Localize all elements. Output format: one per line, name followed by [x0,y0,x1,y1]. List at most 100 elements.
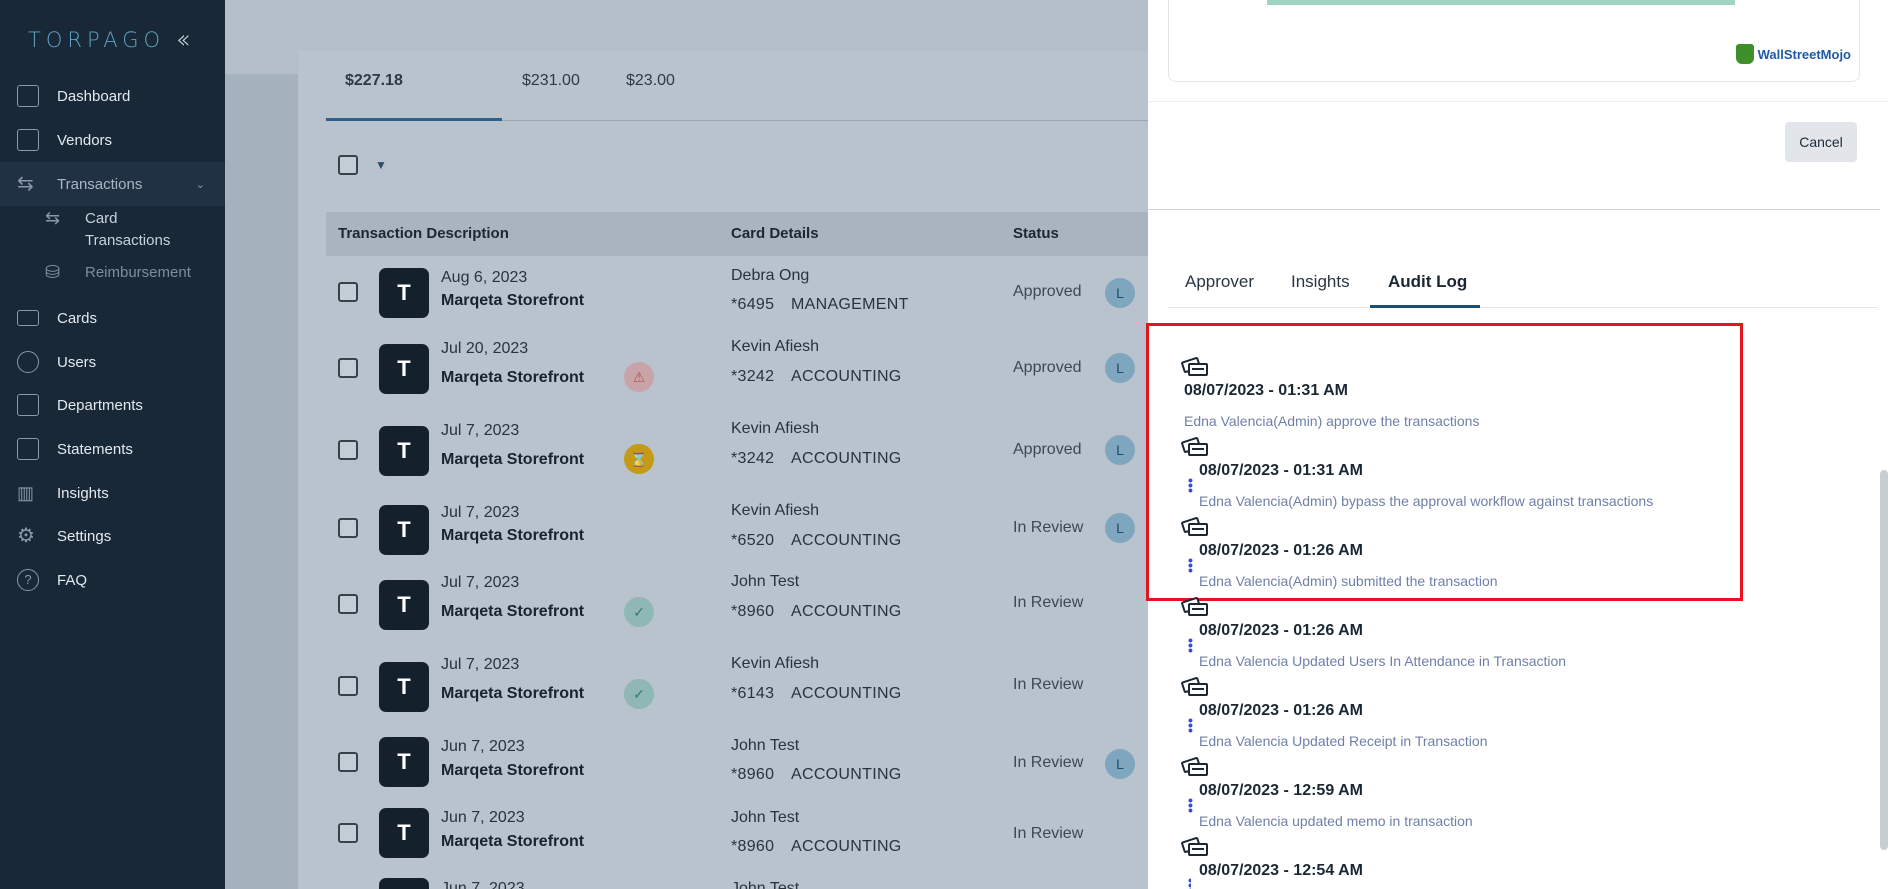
more-vertical-icon[interactable]: ••• [1188,713,1193,737]
row-checkbox[interactable] [338,440,358,460]
approver-badge[interactable]: L [1105,513,1135,543]
avatar: T [379,268,429,318]
cards-icon [1180,676,1208,697]
column-header[interactable]: Status [1013,225,1059,242]
row-checkbox[interactable] [338,676,358,696]
select-all-checkbox[interactable] [338,155,358,175]
double-chevron-left-icon[interactable]: ‹‹ [176,25,191,55]
log-description: Edna Valencia Updated Users In Attendanc… [1199,653,1567,669]
card-number: *8960 [731,766,775,783]
table-row[interactable]: T Jun 7, 2023 Marqeta Storefront John Te… [326,806,1148,876]
sidebar-item-transactions[interactable]: ⇆ Transactions ⌄ [0,162,225,206]
department: ACCOUNTING [791,838,902,855]
table-row[interactable]: T Jul 7, 2023 Marqeta Storefront ✓ Kevin… [326,652,1148,732]
column-header[interactable]: Card Details [731,225,819,242]
table-row[interactable]: T Aug 6, 2023 Marqeta Storefront Debra O… [326,258,1148,328]
summary-tab-amount[interactable]: $23.00 [626,72,675,90]
vendor-name: Marqeta Storefront [441,685,585,702]
tab-approver[interactable]: Approver [1185,272,1254,292]
sidebar: TORPAGO ‹‹ Dashboard Vendors ⇆ Transacti… [0,0,225,889]
sidebar-item-cards[interactable]: Cards [0,296,225,340]
more-vertical-icon[interactable]: ••• [1188,633,1193,657]
sidebar-item-statements[interactable]: Statements [0,427,225,471]
table-row[interactable]: T Jun 7, 2023 Marqeta Storefront John Te… [326,734,1148,804]
cardholder-name: Kevin Afiesh [731,502,820,519]
avatar: T [379,737,429,787]
row-checkbox[interactable] [338,282,358,302]
status-text: In Review [1013,754,1084,771]
vendor-name: Marqeta Storefront [441,762,585,779]
sidebar-item-label: FAQ [57,571,88,589]
store-icon [17,129,39,151]
log-datetime: 08/07/2023 - 01:26 AM [1199,622,1363,639]
chevron-down-icon[interactable]: ⌄ [196,178,205,191]
card-number: *6520 [731,532,775,549]
sidebar-item-label: Insights [57,484,109,502]
approver-badge[interactable]: L [1105,278,1135,308]
table-row[interactable]: T Jul 7, 2023 Marqeta Storefront ⌛ Kevin… [326,412,1148,492]
scrollbar[interactable] [1880,470,1888,850]
cards-icon [1180,596,1208,617]
sidebar-item-departments[interactable]: Departments [0,383,225,427]
transaction-date: Aug 6, 2023 [441,269,528,286]
card-number: *6495 [731,296,775,313]
sidebar-item-dashboard[interactable]: Dashboard [0,74,225,118]
tab-insights[interactable]: Insights [1291,272,1350,292]
approver-badge[interactable]: L [1105,353,1135,383]
sidebar-item-vendors[interactable]: Vendors [0,118,225,162]
more-vertical-icon[interactable]: ••• [1188,553,1193,577]
avatar: T [379,808,429,858]
sidebar-item-label: Users [57,353,97,371]
transfer-icon: ⇆ [45,208,61,228]
watermark-logo [1735,44,1754,64]
vendor-name: Marqeta Storefront [441,603,585,620]
log-description: Edna Valencia Updated Receipt in Transac… [1199,733,1488,749]
transaction-detail-panel: WallStreetMojo Cancel Approver Insights … [1146,0,1888,889]
table-row[interactable]: Jun 7, 2023 John Test [326,876,1148,889]
cardholder-name: Kevin Afiesh [731,338,820,355]
column-header[interactable]: Transaction Description [338,225,509,242]
more-vertical-icon[interactable]: ••• [1188,473,1193,497]
status-text: Approved [1013,441,1082,458]
table-row[interactable]: T Jul 20, 2023 Marqeta Storefront ⚠ Kevi… [326,330,1148,410]
cancel-button[interactable]: Cancel [1785,122,1857,162]
building-icon [17,394,39,416]
sidebar-item-faq[interactable]: ? FAQ [0,558,225,602]
sidebar-item-label: Transactions [57,175,143,193]
sidebar-item-insights[interactable]: ▥ Insights [0,471,225,515]
table-row[interactable]: T Jul 7, 2023 Marqeta Storefront Kevin A… [326,494,1148,568]
approver-badge[interactable]: L [1105,435,1135,465]
row-checkbox[interactable] [338,358,358,378]
more-vertical-icon[interactable]: ••• [1188,878,1191,889]
summary-tab-amount[interactable]: $227.18 [345,72,403,90]
sidebar-subitem-card-transactions[interactable]: ⇆ Card Transactions [45,208,170,252]
approver-badge[interactable]: L [1105,749,1135,779]
sidebar-item-label: Dashboard [57,87,131,105]
sidebar-item-users[interactable]: Users [0,340,225,384]
summary-tab-amount[interactable]: $231.00 [522,72,580,90]
tab-audit-log[interactable]: Audit Log [1388,272,1467,292]
dashboard-icon [17,85,39,107]
watermark: WallStreetMojo [1735,44,1851,64]
sidebar-subitem-label: Reimbursement [85,264,191,281]
transaction-date: Jun 7, 2023 [441,738,525,755]
chevron-down-icon[interactable]: ▼ [375,158,387,172]
transaction-date: Jul 20, 2023 [441,340,529,357]
sidebar-subitem-label-line2: Transactions [85,232,171,249]
cardholder-name: John Test [731,573,800,590]
more-vertical-icon[interactable]: ••• [1188,793,1193,817]
row-checkbox[interactable] [338,594,358,614]
vendor-name: Marqeta Storefront [441,292,585,309]
avatar: T [379,580,429,630]
status-text: Approved [1013,283,1082,300]
table-row[interactable]: T Jul 7, 2023 Marqeta Storefront ✓ John … [326,570,1148,650]
sidebar-subitem-reimbursement[interactable]: ⛁ Reimbursement [45,262,191,284]
row-checkbox[interactable] [338,752,358,772]
row-checkbox[interactable] [338,823,358,843]
sidebar-item-settings[interactable]: ⚙ Settings [0,514,225,558]
status-text: In Review [1013,825,1084,842]
sidebar-item-label: Vendors [57,131,113,149]
row-checkbox[interactable] [338,518,358,538]
log-description: Edna Valencia(Admin) bypass the approval… [1199,493,1654,509]
card-icon [17,310,39,326]
